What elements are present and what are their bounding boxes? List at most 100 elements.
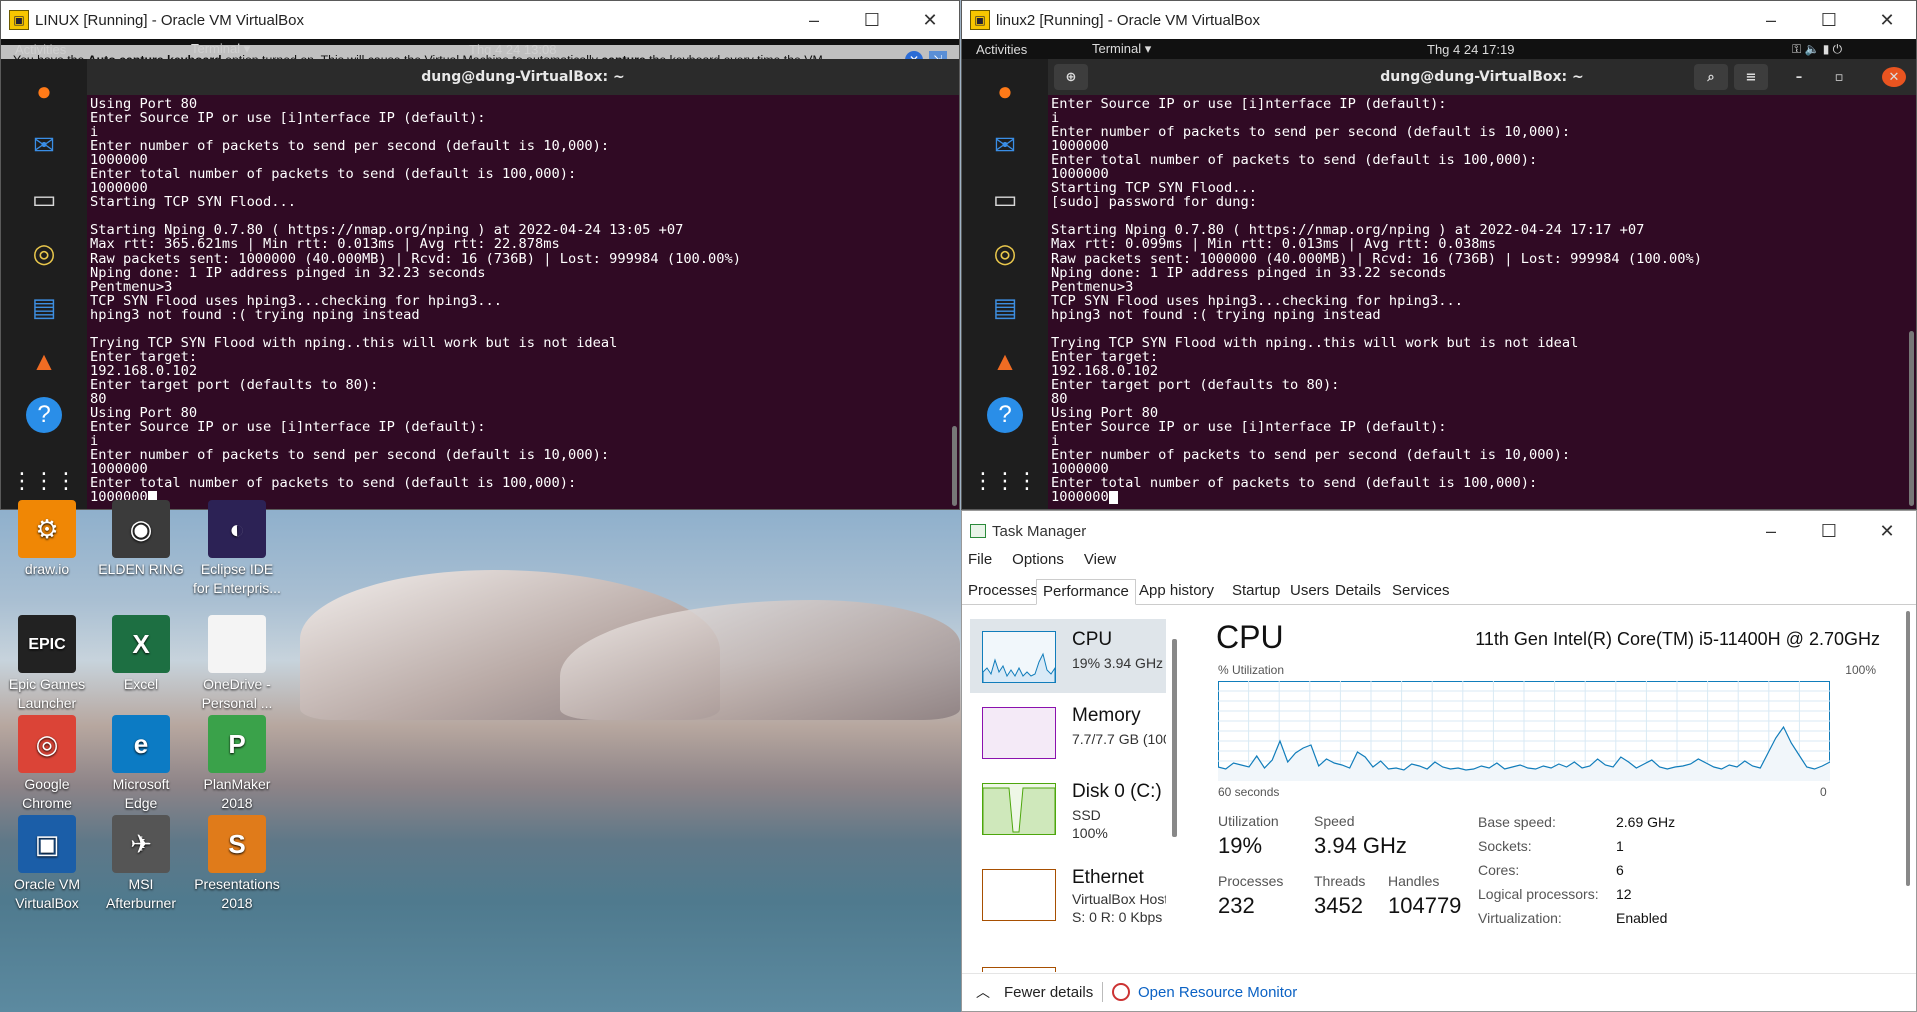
files-icon[interactable]: ▭: [979, 177, 1031, 221]
spec-logical-value: 12: [1616, 886, 1632, 902]
vm1-window[interactable]: ▣ LINUX [Running] - Oracle VM VirtualBox…: [0, 0, 960, 510]
onedrive-file-icon: [208, 615, 266, 673]
rhythmbox-icon[interactable]: ◎: [18, 231, 70, 275]
terminal-output[interactable]: Using Port 80 Enter Source IP or use [i]…: [90, 97, 741, 504]
windows-desktop[interactable]: ⚙ draw.io ◉ ELDEN RING ◐ Eclipse IDE for Ente…: [0, 500, 961, 1012]
terminal-title: dung@dung-VirtualBox: ~: [421, 69, 625, 85]
desktop-icon[interactable]: OneDrive - Personal ...: [192, 615, 282, 713]
task-manager-window[interactable]: Task Manager – ☐ ✕ File Options View Proce…: [961, 510, 1917, 1012]
desktop-icon-label: Presentations 2018: [194, 876, 280, 911]
tab-services[interactable]: Services: [1386, 579, 1456, 605]
minimize-button[interactable]: –: [785, 1, 843, 39]
vm2-titlebar[interactable]: ▣ linux2 [Running] - Oracle VM VirtualBo…: [962, 1, 1916, 39]
sidebar-item-memory[interactable]: Memory 7.7/7.7 GB (100%): [970, 695, 1166, 769]
maximize-icon[interactable]: ▫: [1822, 64, 1856, 90]
menu-file[interactable]: File: [968, 551, 992, 568]
desktop-icon-label: Oracle VM VirtualBox: [13, 876, 81, 911]
desktop-icon-label: Microsoft Edge: [112, 776, 170, 811]
thunderbird-icon[interactable]: ✉: [979, 123, 1031, 167]
open-resource-monitor-link[interactable]: Open Resource Monitor: [1138, 984, 1297, 1001]
vm1-titlebar[interactable]: ▣ LINUX [Running] - Oracle VM VirtualBox…: [1, 1, 959, 39]
terminal-scrollbar[interactable]: [952, 426, 957, 506]
desktop-icon-label: draw.io: [24, 561, 70, 577]
desktop-icon-label: OneDrive - Personal ...: [201, 676, 273, 711]
processes-label: Processes: [1218, 873, 1284, 889]
utilization-label: Utilization: [1218, 813, 1279, 829]
disk-thumbnail-graph: [982, 783, 1056, 835]
desktop-icon[interactable]: ◉ ELDEN RING: [96, 500, 186, 579]
minimize-button[interactable]: –: [1742, 1, 1800, 39]
minimize-button[interactable]: –: [1742, 511, 1800, 551]
help-icon[interactable]: ?: [18, 393, 70, 437]
activities-button[interactable]: Activities: [976, 42, 1027, 57]
close-button[interactable]: ✕: [1858, 1, 1916, 39]
menu-options[interactable]: Options: [1012, 551, 1064, 568]
tab-users[interactable]: Users: [1284, 579, 1335, 605]
cpu-model: 11th Gen Intel(R) Core(TM) i5-11400H @ 2…: [1475, 629, 1880, 649]
tm-titlebar[interactable]: Task Manager – ☐ ✕: [962, 511, 1916, 551]
rhythmbox-icon[interactable]: ◎: [979, 231, 1031, 275]
sidebar-item-cpu[interactable]: CPU 19% 3.94 GHz: [970, 619, 1166, 693]
thunderbird-icon[interactable]: ✉: [18, 123, 70, 167]
desktop-icon[interactable]: e Microsoft Edge: [96, 715, 186, 813]
sidebar-item-disk[interactable]: Disk 0 (C:) SSD 100%: [970, 771, 1166, 845]
writer-icon[interactable]: ▤: [18, 285, 70, 329]
edge-icon: e: [112, 715, 170, 773]
graph-time-zero: 0: [1820, 785, 1827, 799]
main-scrollbar[interactable]: [1906, 611, 1910, 886]
firefox-icon[interactable]: ●: [979, 69, 1031, 113]
maximize-button[interactable]: ☐: [1800, 511, 1858, 551]
system-tray-icons[interactable]: ⚿ 🔈 ▮ ⏻: [1792, 42, 1842, 57]
sidebar-item-next: [982, 967, 1056, 972]
terminal-menu[interactable]: Terminal ▾: [1092, 41, 1151, 57]
desktop-icon[interactable]: P PlanMaker 2018: [192, 715, 282, 813]
maximize-button[interactable]: ☐: [843, 1, 901, 39]
vm2-window[interactable]: ▣ linux2 [Running] - Oracle VM VirtualBo…: [961, 0, 1917, 510]
sidebar-item-ethernet[interactable]: Ethernet VirtualBox Host-Only S: 0 R: 0 …: [970, 857, 1166, 931]
software-icon[interactable]: ▲: [979, 339, 1031, 383]
sidebar-memory-value: 7.7/7.7 GB (100%): [1072, 731, 1166, 747]
chrome-icon: ◎: [18, 715, 76, 773]
firefox-icon[interactable]: ●: [18, 69, 70, 113]
desktop-icon[interactable]: ▣ Oracle VM VirtualBox: [2, 815, 92, 913]
desktop-icon[interactable]: ⚙ draw.io: [2, 500, 92, 579]
tm-tabs: Processes Performance App history Startu…: [962, 577, 1916, 605]
app-grid-icon[interactable]: ⋮⋮⋮: [972, 459, 1038, 503]
software-icon[interactable]: ▲: [18, 339, 70, 383]
clock[interactable]: Thg 4 24 17:19: [1427, 42, 1514, 57]
files-icon[interactable]: ▭: [18, 177, 70, 221]
app-grid-icon[interactable]: ⋮⋮⋮: [11, 459, 77, 503]
terminal-output[interactable]: Enter Source IP or use [i]nterface IP (d…: [1051, 97, 1702, 504]
desktop-icon[interactable]: ◎ Google Chrome: [2, 715, 92, 813]
tab-details[interactable]: Details: [1329, 579, 1387, 605]
tab-startup[interactable]: Startup: [1226, 579, 1286, 605]
fewer-details-link[interactable]: Fewer details: [1004, 984, 1093, 1001]
tab-performance[interactable]: Performance: [1036, 579, 1136, 605]
desktop-icon-label: Google Chrome: [22, 776, 72, 811]
close-button[interactable]: ✕: [901, 1, 959, 39]
close-icon[interactable]: ✕: [1882, 67, 1906, 87]
hamburger-menu-icon[interactable]: ≡: [1734, 64, 1768, 90]
spec-sockets-label: Sockets:: [1478, 838, 1532, 854]
tab-app-history[interactable]: App history: [1133, 579, 1220, 605]
desktop-icon-label: Excel: [123, 676, 159, 692]
sidebar-scrollbar[interactable]: [1172, 639, 1177, 837]
desktop-icon[interactable]: ◐ Eclipse IDE for Enterpris...: [192, 500, 282, 598]
desktop-icon-label: MSI Afterburner: [105, 876, 177, 911]
maximize-button[interactable]: ☐: [1800, 1, 1858, 39]
utilization-value: 19%: [1218, 833, 1263, 858]
chevron-up-icon[interactable]: ︿: [976, 982, 990, 1002]
speed-label: Speed: [1314, 813, 1355, 829]
help-icon[interactable]: ?: [979, 393, 1031, 437]
menu-view[interactable]: View: [1084, 551, 1116, 568]
desktop-icon[interactable]: ✈ MSI Afterburner: [96, 815, 186, 913]
desktop-icon[interactable]: EPIC Epic Games Launcher: [2, 615, 92, 713]
desktop-icon[interactable]: S Presentations 2018: [192, 815, 282, 913]
minimize-icon[interactable]: –: [1782, 64, 1816, 90]
tab-processes[interactable]: Processes: [962, 579, 1044, 605]
terminal-scrollbar[interactable]: [1909, 331, 1914, 506]
writer-icon[interactable]: ▤: [979, 285, 1031, 329]
close-button[interactable]: ✕: [1858, 511, 1916, 551]
desktop-icon[interactable]: X Excel: [96, 615, 186, 694]
search-icon[interactable]: ⌕: [1694, 64, 1728, 90]
